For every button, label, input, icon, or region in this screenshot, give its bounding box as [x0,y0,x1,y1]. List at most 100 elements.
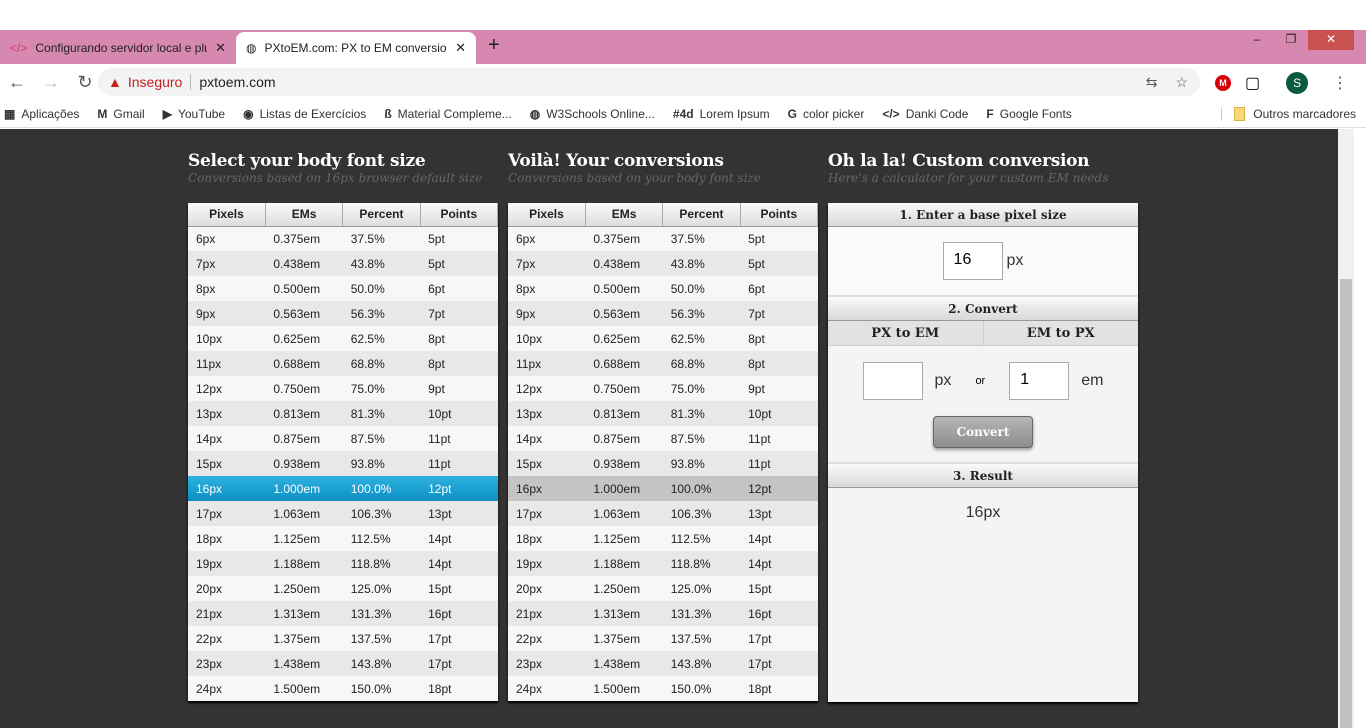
table-row[interactable]: 17px 1.063em 106.3% 13pt [508,501,818,526]
table-cell: 23px [188,651,266,676]
convert-button[interactable]: Convert [933,416,1033,448]
scrollbar[interactable] [1338,129,1354,728]
bookmark-label: Listas de Exercícios [259,106,367,121]
table-row[interactable]: 19px 1.188em 118.8% 14pt [508,551,818,576]
table-cell: 0.813em [585,401,663,426]
table-row[interactable]: 18px 1.125em 112.5% 14pt [508,526,818,551]
table-row[interactable]: 6px 0.375em 37.5% 5pt [508,226,818,251]
new-tab-button[interactable]: + [488,34,500,57]
bookmark-icon: ◍ [529,106,541,121]
table-row[interactable]: 15px 0.938em 93.8% 11pt [508,451,818,476]
em-input[interactable]: 1 [1009,362,1070,400]
table-row[interactable]: 11px 0.688em 68.8% 8pt [188,351,498,376]
bookmark-item[interactable]: ◉ Listas de Exercícios [243,107,366,121]
table-row[interactable]: 11px 0.688em 68.8% 8pt [508,351,818,376]
table-row[interactable]: 13px 0.813em 81.3% 10pt [508,401,818,426]
reload-button[interactable]: ↻ [68,72,102,93]
table-row[interactable]: 20px 1.250em 125.0% 15pt [508,576,818,601]
table-row[interactable]: 23px 1.438em 143.8% 17pt [188,651,498,676]
table-cell: 56.3% [342,301,421,326]
back-button[interactable]: ← [0,72,34,93]
section-title: Select your body font size [188,151,426,171]
table-row[interactable]: 9px 0.563em 56.3% 7pt [188,301,498,326]
table-row[interactable]: 18px 1.125em 112.5% 14pt [188,526,498,551]
table-row[interactable]: 22px 1.375em 137.5% 17pt [188,626,498,651]
table-row[interactable]: 8px 0.500em 50.0% 6pt [508,276,818,301]
table-row[interactable]: 23px 1.438em 143.8% 17pt [508,651,818,676]
url-text[interactable]: pxtoem.com [199,74,275,90]
table-row[interactable]: 10px 0.625em 62.5% 8pt [508,326,818,351]
close-window-button[interactable]: ✕ [1308,30,1354,50]
table-row[interactable]: 19px 1.188em 118.8% 14pt [188,551,498,576]
px-input[interactable] [862,362,923,400]
base-pixel-input[interactable]: 16 [942,242,1003,280]
table-row[interactable]: 21px 1.313em 131.3% 16pt [188,601,498,626]
security-label[interactable]: Inseguro [128,74,192,90]
table-row[interactable]: 10px 0.625em 62.5% 8pt [188,326,498,351]
bookmark-item[interactable]: ß Material Compleme... [384,107,511,121]
bookmark-item[interactable]: ◍ W3Schools Online... [530,107,655,121]
mega-extension-icon[interactable]: M [1215,75,1231,91]
table-row[interactable]: 16px 1.000em 100.0% 12pt [188,476,498,501]
scrollbar-thumb[interactable] [1340,279,1352,728]
tab-pxtoem[interactable]: ◍ PXtoEM.com: PX to EM conversio ✕ [236,32,476,64]
table-row[interactable]: 15px 0.938em 93.8% 11pt [188,451,498,476]
table-row[interactable]: 13px 0.813em 81.3% 10pt [188,401,498,426]
table-row[interactable]: 7px 0.438em 43.8% 5pt [188,251,498,276]
bookmark-item[interactable]: #4d Lorem Ipsum [673,107,770,121]
table-row[interactable]: 6px 0.375em 37.5% 5pt [188,226,498,251]
star-icon[interactable]: ☆ [1175,74,1188,91]
table-cell: 0.688em [265,351,343,376]
close-tab-icon[interactable]: ✕ [455,40,466,56]
table-row[interactable]: 9px 0.563em 56.3% 7pt [508,301,818,326]
table-header-row: Pixels EMs Percent Points [188,203,499,227]
table-row[interactable]: 21px 1.313em 131.3% 16pt [508,601,818,626]
table-cell: 24px [508,676,586,701]
table-cell: 17px [508,501,586,526]
profile-avatar[interactable]: S [1286,72,1309,94]
minimize-button[interactable]: – [1240,30,1274,50]
table-row[interactable]: 16px 1.000em 100.0% 12pt [508,476,818,501]
tab-configurando[interactable]: </> Configurando servidor local e plu ✕ [0,32,236,64]
translate-icon[interactable]: ⇆ [1146,74,1158,91]
table-cell: 62.5% [662,326,741,351]
forward-button[interactable]: → [34,72,68,93]
table-row[interactable]: 17px 1.063em 106.3% 13pt [188,501,498,526]
table-cell: 50.0% [662,276,741,301]
other-bookmarks[interactable]: Outros marcadores [1221,106,1356,121]
table-row[interactable]: 12px 0.750em 75.0% 9pt [188,376,498,401]
bookmark-item[interactable]: F Google Fonts [986,107,1071,121]
bookmark-item[interactable]: ▦ Aplicações [4,107,79,121]
table-cell: 62.5% [342,326,421,351]
table-cell: 106.3% [662,501,741,526]
table-row[interactable]: 24px 1.500em 150.0% 18pt [188,676,498,701]
table-cell: 7pt [740,301,818,326]
conversions-section: Voilà! Your conversions Conversions base… [508,129,819,701]
table-cell: 0.625em [585,326,663,351]
table-row[interactable]: 14px 0.875em 87.5% 11pt [508,426,818,451]
table-row[interactable]: 14px 0.875em 87.5% 11pt [188,426,498,451]
restore-button[interactable]: ❐ [1274,30,1308,50]
table-cell: 43.8% [662,251,741,276]
table-row[interactable]: 8px 0.500em 50.0% 6pt [188,276,498,301]
table-cell: 10px [508,326,586,351]
bookmark-item[interactable]: ▶ YouTube [163,107,225,121]
table-row[interactable]: 7px 0.438em 43.8% 5pt [508,251,818,276]
close-tab-icon[interactable]: ✕ [215,40,226,56]
table-cell: 0.375em [265,226,343,251]
address-bar[interactable]: ▲ Inseguro pxtoem.com ⇆ ☆ [98,68,1200,96]
table-row[interactable]: 20px 1.250em 125.0% 15pt [188,576,498,601]
bookmark-item[interactable]: M Gmail [97,107,144,121]
table-cell: 0.813em [265,401,343,426]
table-cell: 143.8% [662,651,741,676]
menu-icon[interactable]: ⋮ [1332,73,1348,93]
table-row[interactable]: 22px 1.375em 137.5% 17pt [508,626,818,651]
bookmark-item[interactable]: Gcolor picker [788,107,865,121]
table-cell: 8pt [420,326,498,351]
table-row[interactable]: 12px 0.750em 75.0% 9pt [508,376,818,401]
table-cell: 118.8% [662,551,741,576]
screen-capture-icon[interactable]: ▢ [1245,73,1260,93]
table-row[interactable]: 24px 1.500em 150.0% 18pt [508,676,818,701]
bookmark-label: Gmail [113,106,145,121]
bookmark-item[interactable]: </> Danki Code [882,107,968,121]
